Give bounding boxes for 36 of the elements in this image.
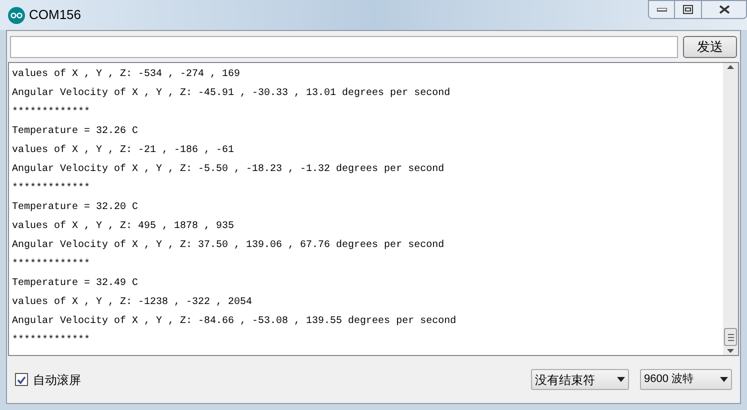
output-line: values of X , Y , Z: 495 , 1878 , 935 — [12, 220, 236, 234]
output-line: values of X , Y , Z: -534 , -274 , 169 — [12, 68, 242, 82]
minimize-icon — [656, 8, 666, 12]
output-line: values of X , Y , Z: -21 , -186 , -61 — [12, 144, 236, 158]
output-line: Angular Velocity of X , Y , Z: -45.91 , -30.33 , 13.01 degrees per second — [12, 86, 452, 101]
restore-icon — [683, 5, 693, 14]
send-button[interactable]: 发送 — [683, 36, 737, 58]
app-logo-icon — [8, 6, 25, 24]
check-icon — [17, 376, 26, 384]
autoscroll-label: 自动滚屏 — [33, 372, 81, 388]
maximize-button[interactable] — [675, 0, 701, 19]
window-title: COM156 — [29, 6, 82, 24]
output-line: Temperature = 32.26 C — [12, 125, 140, 139]
caret-icon — [617, 377, 625, 382]
output-line: values of X , Y , Z: -1238 , -322 , 2054 — [12, 296, 254, 310]
send-input-field[interactable] — [10, 36, 678, 58]
vertical-scrollbar[interactable] — [723, 63, 738, 355]
caret-icon — [720, 377, 728, 382]
output-line: ************* — [12, 106, 92, 120]
scroll-down-icon — [727, 349, 734, 353]
baud-rate-dropdown[interactable]: 9600 波特 — [640, 369, 732, 390]
autoscroll-checkbox[interactable] — [15, 373, 28, 386]
output-line: Angular Velocity of X , Y , Z: -5.50 , -18.23 , -1.32 degrees per second — [12, 162, 446, 177]
output-line: Temperature = 32.49 C — [12, 277, 140, 291]
output-line: ************* — [12, 258, 92, 272]
close-button[interactable] — [701, 0, 747, 19]
output-line: ************* — [12, 334, 92, 348]
close-icon — [718, 5, 730, 14]
scroll-thumb[interactable] — [724, 328, 737, 346]
output-line: Angular Velocity of X , Y , Z: -84.66 , -53.08 , 139.55 degrees per second — [12, 314, 458, 329]
output-line: Temperature = 32.20 C — [12, 201, 140, 215]
output-line: ************* — [12, 182, 92, 196]
line-ending-dropdown[interactable]: 没有结束符 — [531, 369, 629, 390]
scroll-up-icon — [727, 65, 734, 69]
minimize-button[interactable] — [648, 0, 675, 19]
output-line: Angular Velocity of X , Y , Z: 37.50 , 139.06 , 67.76 degrees per second — [12, 238, 446, 253]
